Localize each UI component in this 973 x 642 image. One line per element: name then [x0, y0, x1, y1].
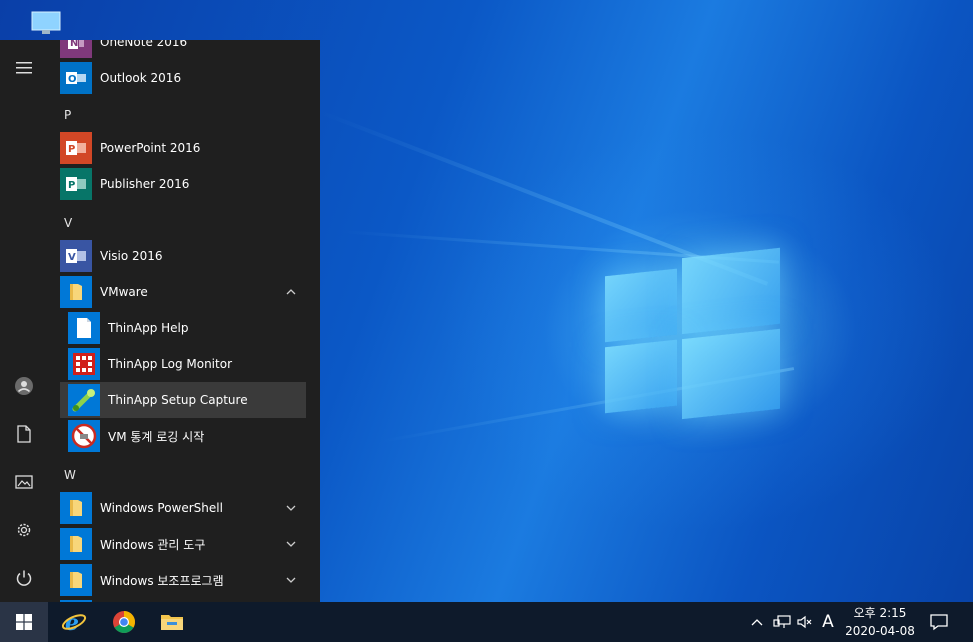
folder-item-windows-accessories[interactable]: Windows 보조프로그램 [60, 562, 306, 598]
app-item-publisher[interactable]: P Publisher 2016 [60, 166, 306, 202]
folder-item-vmware[interactable]: VMware [60, 274, 306, 310]
action-center-icon[interactable] [928, 613, 950, 631]
app-item-thinapp-setup-capture[interactable]: ThinApp Setup Capture [60, 382, 306, 418]
log-monitor-icon [68, 348, 100, 380]
svg-text:P: P [68, 144, 75, 155]
group-letter-w[interactable]: W [64, 468, 76, 482]
this-pc-icon[interactable] [30, 10, 62, 38]
app-item-powerpoint[interactable]: P PowerPoint 2016 [60, 130, 306, 166]
pictures-icon[interactable] [0, 458, 48, 506]
internet-explorer-icon[interactable]: e [50, 602, 98, 642]
chevron-up-icon[interactable] [750, 613, 764, 631]
app-label: OneNote 2016 [100, 40, 188, 49]
start-menu: N OneNote 2016 O Outlook 2016 P P PowerP… [0, 40, 320, 602]
app-item-outlook[interactable]: O Outlook 2016 [60, 60, 306, 96]
power-icon[interactable] [0, 554, 48, 602]
document-icon [68, 312, 100, 344]
folder-icon [60, 492, 92, 524]
network-icon[interactable] [772, 613, 792, 631]
svg-text:V: V [68, 252, 76, 263]
app-item-thinapp-help[interactable]: ThinApp Help [68, 310, 306, 346]
app-item-onenote[interactable]: N OneNote 2016 [60, 40, 306, 60]
powerpoint-icon: P [60, 132, 92, 164]
chevron-up-icon[interactable] [284, 285, 298, 299]
taskbar: e A 오후 2:15 2020-04-08 [0, 602, 973, 642]
app-label: ThinApp Setup Capture [108, 393, 248, 407]
hamburger-menu-icon[interactable] [0, 44, 48, 92]
no-entry-icon [68, 420, 100, 452]
app-item-thinapp-log-monitor[interactable]: ThinApp Log Monitor [68, 346, 306, 382]
svg-text:e: e [65, 610, 79, 635]
clock-time: 오후 2:15 [853, 606, 907, 620]
svg-text:N: N [70, 40, 78, 49]
app-label: Visio 2016 [100, 249, 163, 263]
folder-label: Windows PowerShell [100, 501, 223, 515]
documents-icon[interactable] [0, 410, 48, 458]
publisher-icon: P [60, 168, 92, 200]
folder-icon [60, 276, 92, 308]
outlook-icon: O [60, 62, 92, 94]
app-list: N OneNote 2016 O Outlook 2016 P P PowerP… [56, 40, 320, 602]
folder-label: VMware [100, 285, 148, 299]
chevron-down-icon[interactable] [284, 501, 298, 515]
speaker-muted-icon[interactable] [796, 613, 814, 631]
setup-capture-icon [68, 384, 100, 416]
settings-gear-icon[interactable] [0, 506, 48, 554]
windows-logo-icon [16, 614, 32, 630]
chrome-icon[interactable] [100, 602, 148, 642]
onenote-icon: N [60, 40, 92, 58]
start-rail [0, 40, 48, 602]
user-account-icon[interactable] [0, 362, 48, 410]
app-item-visio[interactable]: V Visio 2016 [60, 238, 306, 274]
clock-date: 2020-04-08 [845, 624, 915, 638]
folder-icon [60, 564, 92, 596]
app-item-vm-stats-logging[interactable]: VM 통계 로깅 시작 [68, 418, 306, 454]
svg-text:O: O [68, 74, 77, 85]
start-button[interactable] [0, 602, 48, 642]
app-label: ThinApp Help [108, 321, 189, 335]
chevron-down-icon[interactable] [284, 537, 298, 551]
app-label: ThinApp Log Monitor [108, 357, 232, 371]
app-label: PowerPoint 2016 [100, 141, 201, 155]
group-letter-v[interactable]: V [64, 216, 72, 230]
clock[interactable]: 오후 2:15 2020-04-08 [836, 604, 924, 640]
folder-label: Windows 보조프로그램 [100, 573, 224, 588]
file-explorer-icon[interactable] [148, 602, 196, 642]
folder-item-windows-admin-tools[interactable]: Windows 관리 도구 [60, 526, 306, 562]
chevron-down-icon[interactable] [284, 573, 298, 587]
app-label: Outlook 2016 [100, 71, 182, 85]
windows-logo-glow [600, 235, 785, 439]
ime-indicator[interactable]: A [818, 613, 838, 631]
folder-label: Windows 관리 도구 [100, 537, 206, 552]
folder-icon [60, 528, 92, 560]
app-label: VM 통계 로깅 시작 [108, 429, 205, 444]
group-letter-p[interactable]: P [64, 108, 71, 122]
folder-item-windows-powershell[interactable]: Windows PowerShell [60, 490, 306, 526]
svg-text:P: P [68, 180, 75, 191]
visio-icon: V [60, 240, 92, 272]
app-label: Publisher 2016 [100, 177, 190, 191]
